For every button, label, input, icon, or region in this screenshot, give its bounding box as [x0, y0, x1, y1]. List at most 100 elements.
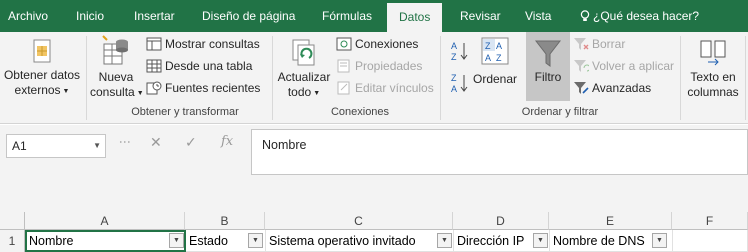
tab-formulas[interactable]: Fórmulas: [322, 0, 372, 32]
svg-text:Z: Z: [451, 73, 457, 83]
cancel-icon[interactable]: ✕: [150, 134, 162, 151]
advanced-label: Avanzadas: [592, 81, 652, 95]
text-to-columns-icon: [700, 40, 726, 66]
new-query-button[interactable]: Nueva consulta ▼: [90, 34, 144, 101]
group-label-obtener: Obtener y transformar: [131, 106, 239, 118]
filter-dropdown-icon[interactable]: ▼: [248, 233, 263, 248]
cell-b1-text: Estado: [189, 234, 228, 248]
new-query-line2: consulta: [90, 85, 135, 99]
tab-archivo[interactable]: Archivo: [8, 0, 48, 32]
advanced-filter-icon: [574, 82, 589, 94]
tab-insertar[interactable]: Insertar: [134, 0, 175, 32]
filter-dropdown-icon[interactable]: ▼: [437, 233, 452, 248]
get-external-data-button[interactable]: Obtener datos externos ▼: [2, 38, 82, 99]
group-label-ordenar-filtrar: Ordenar y filtrar: [521, 106, 599, 118]
svg-text:A: A: [496, 41, 502, 51]
sort-button[interactable]: Z A A Z Ordenar: [472, 36, 518, 87]
external-data-icon: [33, 39, 51, 63]
recent-sources-button[interactable]: Fuentes recientes: [146, 78, 260, 98]
new-query-icon: [102, 35, 128, 65]
cell-a1[interactable]: Nombre: [25, 230, 186, 252]
cell-f1[interactable]: [673, 230, 748, 252]
group-label-conexiones: Conexiones: [330, 106, 390, 118]
clear-filter-button[interactable]: Borrar: [573, 34, 625, 54]
cell-a1-text: Nombre: [29, 234, 74, 248]
chevron-down-icon[interactable]: ▼: [93, 135, 101, 157]
edit-links-icon: [337, 81, 350, 95]
tab-inicio[interactable]: Inicio: [76, 0, 104, 32]
reapply-icon: [574, 60, 589, 72]
group-separator: [272, 36, 273, 120]
name-box[interactable]: A1 ▼: [6, 134, 106, 158]
cell-d1-text: Dirección IP: [457, 234, 525, 248]
filter-dropdown-icon[interactable]: ▼: [533, 233, 548, 248]
refresh-all-button[interactable]: Actualizar todo ▼: [275, 36, 333, 101]
text-to-columns-line2: columnas: [687, 85, 739, 99]
show-queries-button[interactable]: Mostrar consultas: [146, 34, 260, 54]
refresh-line2: todo: [287, 85, 312, 99]
splitter-dots-icon[interactable]: ⋮: [118, 136, 132, 147]
formula-content: Nombre: [262, 138, 307, 152]
sort-za-button[interactable]: Z A: [450, 72, 468, 94]
edit-links-button[interactable]: Editar vínculos: [336, 78, 434, 98]
cell-c1-text: Sistema operativo invitado: [269, 234, 416, 248]
row-header-1[interactable]: 1: [0, 230, 25, 252]
clear-label: Borrar: [592, 37, 626, 51]
reapply-button[interactable]: Volver a aplicar: [573, 56, 674, 76]
ribbon-datos: Obtener datos externos ▼ Nueva consulta ▼ …: [0, 32, 748, 124]
tab-vista[interactable]: Vista: [525, 0, 551, 32]
insert-function-icon[interactable]: fx: [221, 134, 233, 149]
column-header-e[interactable]: E: [549, 212, 672, 230]
column-header-d[interactable]: D: [453, 212, 549, 230]
tell-me-box[interactable]: ¿Qué desea hacer?: [580, 0, 699, 32]
group-separator: [680, 36, 681, 120]
column-header-a[interactable]: A: [25, 212, 185, 230]
tab-revisar[interactable]: Revisar: [460, 0, 501, 32]
refresh-line1: Actualizar: [277, 70, 331, 84]
filter-dropdown-icon[interactable]: ▼: [652, 233, 667, 248]
reapply-label: Volver a aplicar: [592, 59, 675, 73]
recent-sources-label: Fuentes recientes: [165, 81, 261, 95]
ribbon-tab-bar: Archivo Inicio Insertar Diseño de página…: [0, 0, 748, 32]
filter-button[interactable]: Filtro: [526, 32, 570, 101]
svg-text:Z: Z: [485, 41, 491, 51]
show-queries-label: Mostrar consultas: [165, 37, 260, 51]
dropdown-caret-icon: ▼: [62, 88, 70, 95]
column-header-c[interactable]: C: [265, 212, 453, 230]
connections-button[interactable]: Conexiones: [336, 34, 418, 54]
formula-input[interactable]: Nombre: [251, 129, 748, 175]
tab-diseno-pagina[interactable]: Diseño de página: [202, 0, 295, 32]
column-header-b[interactable]: B: [185, 212, 265, 230]
advanced-filter-button[interactable]: Avanzadas: [573, 78, 651, 98]
formula-bar-area: A1 ▼ ⋮ ✕ ✓ fx Nombre: [0, 125, 748, 212]
svg-text:Z: Z: [496, 53, 502, 63]
text-to-columns-line1: Texto en: [690, 70, 736, 84]
cell-c1[interactable]: Sistema operativo invitado: [266, 230, 454, 252]
dropdown-caret-icon: ▼: [136, 90, 144, 97]
text-to-columns-button[interactable]: Texto en columnas: [684, 38, 742, 100]
queries-pane-icon: [146, 37, 162, 51]
get-external-data-line1: Obtener datos: [3, 68, 81, 82]
dropdown-caret-icon: ▼: [313, 90, 321, 97]
properties-label: Propiedades: [355, 59, 423, 73]
sort-az-button[interactable]: A Z: [450, 40, 468, 62]
svg-text:A: A: [485, 53, 491, 63]
enter-checkmark-icon[interactable]: ✓: [185, 134, 197, 151]
sort-dialog-icon: Z A A Z: [481, 37, 509, 65]
clear-filter-icon: [574, 38, 589, 50]
spreadsheet-grid: A B C D E F 1 Nombre ▼ Estado ▼ Sistema …: [0, 212, 748, 252]
lightbulb-icon: [580, 10, 590, 21]
svg-text:Z: Z: [451, 52, 457, 62]
recent-sources-icon: [146, 81, 162, 95]
get-external-data-line2: externos: [14, 83, 61, 97]
properties-icon: [337, 59, 350, 73]
svg-text:A: A: [451, 41, 457, 51]
properties-button[interactable]: Propiedades: [336, 56, 422, 76]
select-all-corner[interactable]: [0, 212, 25, 230]
column-header-f[interactable]: F: [672, 212, 748, 230]
filter-dropdown-icon[interactable]: ▼: [169, 233, 184, 248]
tab-datos[interactable]: Datos: [387, 3, 443, 32]
from-table-button[interactable]: Desde una tabla: [146, 56, 252, 76]
group-separator: [440, 36, 441, 120]
svg-text:A: A: [451, 84, 457, 94]
